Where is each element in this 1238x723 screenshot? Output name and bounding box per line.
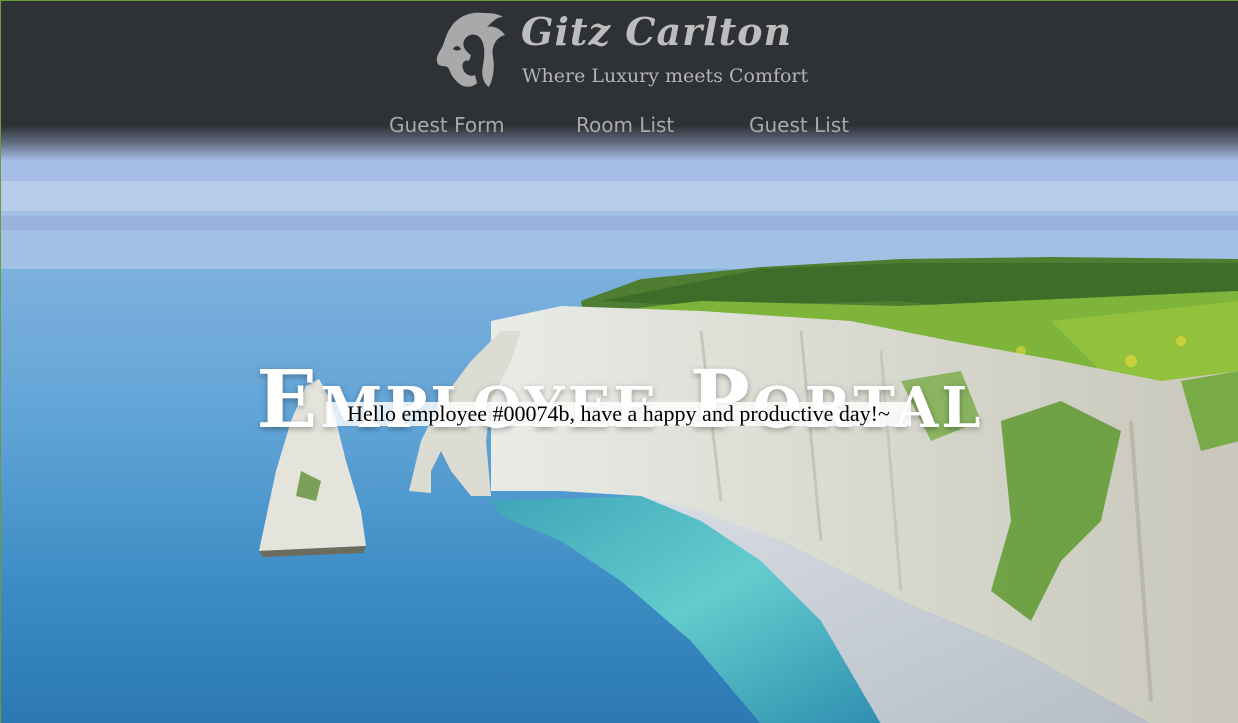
employee-portal-page: Gitz Carlton Where Luxury meets Comfort … [0,0,1238,723]
main-nav: Guest Form Room List Guest List [1,113,1238,143]
brand-logo-block[interactable]: Gitz Carlton Where Luxury meets Comfort [431,9,831,93]
brand-name: Gitz Carlton [521,9,793,54]
page-title: Employee Portal [256,351,984,446]
site-header: Gitz Carlton Where Luxury meets Comfort … [1,1,1238,161]
lion-head-icon [436,12,505,87]
greeting-message: Hello employee #00074b, have a happy and… [326,402,911,426]
nav-room-list-link[interactable]: Room List [576,113,674,137]
nav-guest-list-link[interactable]: Guest List [749,113,849,137]
brand-tagline: Where Luxury meets Comfort [522,65,809,87]
nav-guest-form-link[interactable]: Guest Form [389,113,504,137]
